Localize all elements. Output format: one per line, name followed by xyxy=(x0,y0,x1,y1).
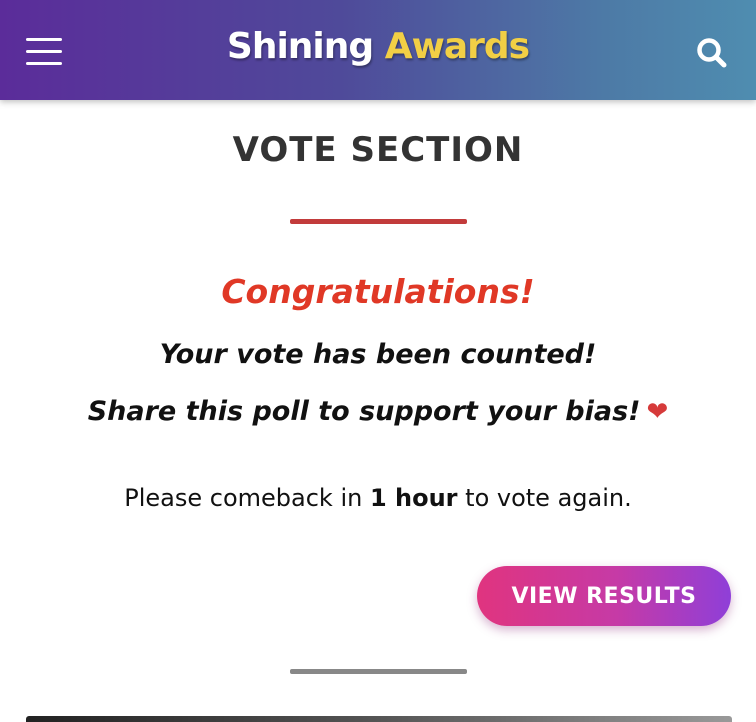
logo-text-awards: Awards xyxy=(384,26,530,67)
comeback-text-before: Please comeback in xyxy=(124,484,370,512)
section-divider xyxy=(290,669,467,674)
view-results-button[interactable]: VIEW RESULTS xyxy=(477,566,731,626)
page-title: VOTE SECTION xyxy=(232,130,524,170)
share-poll-text: Share this poll to support your bias! xyxy=(87,396,641,427)
next-section-edge xyxy=(26,716,732,722)
logo-text-shining: Shining xyxy=(226,26,374,67)
site-logo[interactable]: Shining Awards xyxy=(0,26,756,67)
comeback-text-after: to vote again. xyxy=(457,484,632,512)
share-poll-message: Share this poll to support your bias! ❤ xyxy=(0,396,756,427)
title-divider xyxy=(290,219,467,224)
heart-icon: ❤ xyxy=(646,397,669,427)
comeback-notice: Please comeback in 1 hour to vote again. xyxy=(0,484,756,512)
comeback-duration: 1 hour xyxy=(369,484,458,512)
vote-counted-message: Your vote has been counted! xyxy=(159,339,597,370)
search-icon[interactable] xyxy=(696,37,728,69)
congratulations-heading: Congratulations! xyxy=(221,272,535,311)
top-header: Shining Awards xyxy=(0,0,756,100)
